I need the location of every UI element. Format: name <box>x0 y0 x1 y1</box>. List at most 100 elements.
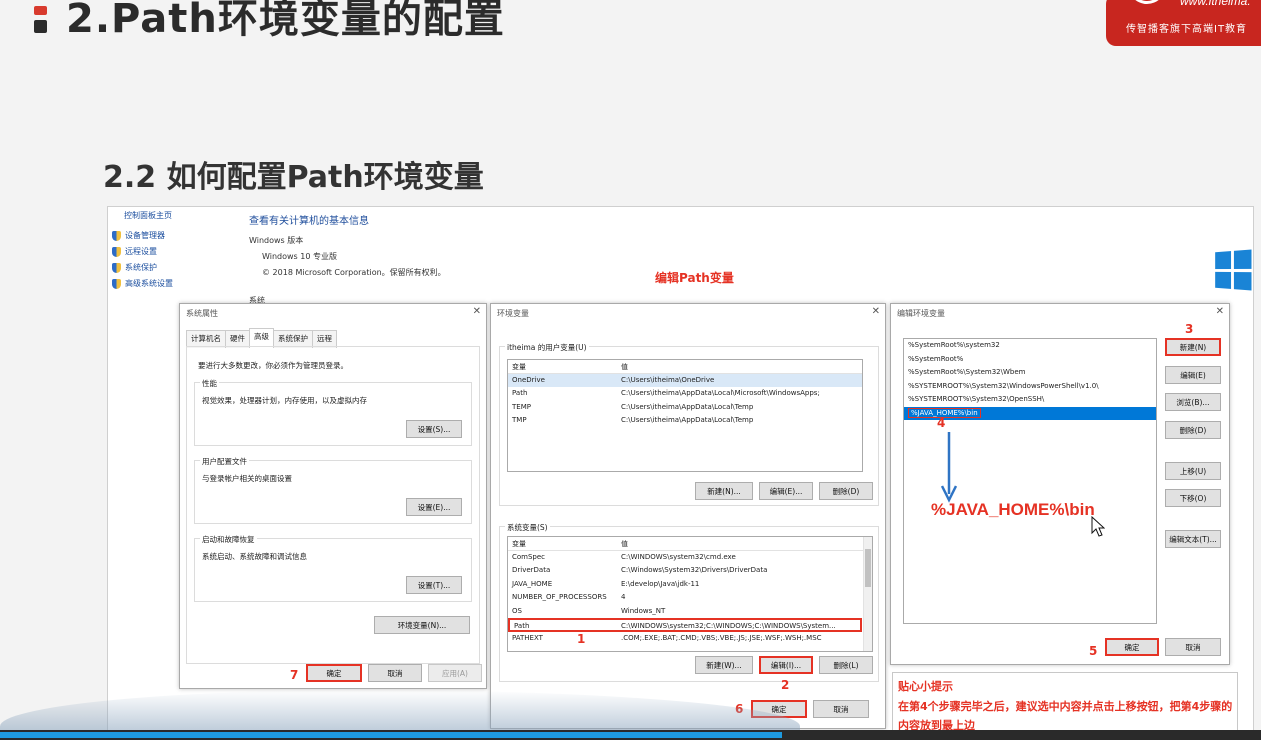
system-variables-label: 系统变量(S) <box>505 522 550 533</box>
windows-logo-icon <box>1215 249 1252 291</box>
close-icon[interactable]: ✕ <box>872 306 880 317</box>
table-row[interactable]: DriverData C:\Windows\System32\Drivers\Dr… <box>508 564 872 578</box>
table-row[interactable]: PATHEXT .COM;.EXE;.BAT;.CMD;.VBS;.VBE;.JS… <box>508 632 872 646</box>
list-item[interactable]: %SystemRoot%\system32 <box>904 339 1156 353</box>
slide-subtitle: 2.2 如何配置Path环境变量 <box>103 160 484 195</box>
apply-button[interactable]: 应用(A) <box>428 664 482 682</box>
system-new-button[interactable]: 新建(W)... <box>695 656 753 674</box>
edit-environment-variable-dialog: 编辑环境变量 ✕ %SystemRoot%\system32 %SystemRo… <box>890 303 1230 665</box>
ok-button[interactable]: 确定 <box>306 664 362 682</box>
system-info-heading: 查看有关计算机的基本信息 <box>249 216 369 227</box>
step-3-marker: 3 <box>1185 322 1194 336</box>
brand-logo: www.itheima. 传智播客旗下高端IT教育 <box>1106 0 1261 46</box>
path-variable-row[interactable]: Path C:\WINDOWS\system32;C:\WINDOWS;C:\WI… <box>508 618 862 632</box>
slide-title: 2.Path环境变量的配置 <box>66 0 505 42</box>
user-profile-settings-button[interactable]: 设置(E)... <box>406 498 462 516</box>
column-header-value: 值 <box>621 540 628 548</box>
edit-entry-button[interactable]: 编辑(E) <box>1165 366 1221 384</box>
table-row[interactable]: OneDrive C:\Users\itheima\OneDrive <box>508 373 862 387</box>
system-delete-button[interactable]: 删除(L) <box>819 656 873 674</box>
table-row[interactable]: JAVA_HOME E:\develop\Java\jdk-11 <box>508 578 872 592</box>
startup-recovery-label: 启动和故障恢复 <box>200 534 257 545</box>
mouse-cursor-icon <box>1091 516 1105 537</box>
edit-text-button[interactable]: 编辑文本(T)... <box>1165 530 1221 548</box>
system-protection-link[interactable]: 系统保护 <box>112 262 157 273</box>
user-edit-button[interactable]: 编辑(E)... <box>759 482 813 500</box>
vertical-scrollbar[interactable] <box>863 537 872 651</box>
table-header: 变量 值 <box>508 360 862 374</box>
shield-icon <box>112 230 121 241</box>
list-item[interactable]: %SystemRoot% <box>904 353 1156 367</box>
user-new-button[interactable]: 新建(N)... <box>695 482 753 500</box>
video-progress-bar[interactable] <box>0 730 1261 740</box>
table-row[interactable]: Path C:\Users\itheima\AppData\Local\Micr… <box>508 387 862 401</box>
windows-screenshot: 控制面板主页 设备管理器 远程设置 系统保护 高级系统设置 查看有关计算机的基本… <box>107 206 1254 736</box>
edit-path-annotation: 编辑Path变量 <box>655 271 734 285</box>
table-row[interactable]: TEMP C:\Users\itheima\AppData\Local\Temp <box>508 401 862 415</box>
table-row[interactable]: NUMBER_OF_PROCESSORS 4 <box>508 591 872 605</box>
shield-icon <box>112 278 121 289</box>
user-delete-button[interactable]: 删除(D) <box>819 482 873 500</box>
step-5-marker: 5 <box>1089 644 1098 658</box>
startup-recovery-desc: 系统启动、系统故障和调试信息 <box>202 552 307 561</box>
table-header: 变量 值 <box>508 537 872 551</box>
ok-button[interactable]: 确定 <box>1105 638 1159 656</box>
title-bullet-bottom <box>34 20 47 33</box>
system-properties-dialog: 系统属性 ✕ 计算机名 硬件 高级 系统保护 远程 要进行大多数更改，你必须作为… <box>179 303 487 689</box>
table-row[interactable]: ComSpec C:\WINDOWS\system32\cmd.exe <box>508 551 872 565</box>
new-entry-button[interactable]: 新建(N) <box>1165 338 1221 356</box>
shield-icon <box>112 246 121 257</box>
device-manager-link[interactable]: 设备管理器 <box>112 230 165 241</box>
step-2-marker: 2 <box>781 678 790 692</box>
windows-edition: Windows 10 专业版 <box>262 252 337 261</box>
step-1-marker: 1 <box>577 632 586 646</box>
step-7-marker: 7 <box>290 668 299 682</box>
shield-icon <box>112 262 121 273</box>
column-header-variable: 变量 <box>512 540 526 548</box>
delete-entry-button[interactable]: 删除(D) <box>1165 421 1221 439</box>
remote-settings-link[interactable]: 远程设置 <box>112 246 157 257</box>
tip-box: 贴心小提示 在第4个步骤完毕之后，建议选中内容并点击上移按钮，把第4步骤的内容放… <box>892 672 1238 735</box>
column-header-variable: 变量 <box>512 363 526 371</box>
scrollbar-thumb[interactable] <box>865 549 871 587</box>
brand-url: www.itheima. <box>1180 0 1251 8</box>
brand-slogan: 传智播客旗下高端IT教育 <box>1126 24 1248 35</box>
performance-label: 性能 <box>200 378 219 389</box>
brand-logo-icon <box>1128 0 1166 4</box>
dialog-title: 系统属性 <box>186 309 218 318</box>
environment-variables-dialog: 环境变量 ✕ itheima 的用户变量(U) 变量 值 OneDrive C:… <box>490 303 886 729</box>
move-down-button[interactable]: 下移(O) <box>1165 489 1221 507</box>
progress-fill <box>0 732 782 738</box>
step-4-marker: 4 <box>937 416 946 430</box>
tab-advanced[interactable]: 高级 <box>249 328 274 346</box>
system-edit-button[interactable]: 编辑(I)... <box>759 656 813 674</box>
dialog-title: 编辑环境变量 <box>897 309 945 318</box>
user-variables-label: itheima 的用户变量(U) <box>505 342 589 353</box>
list-item[interactable]: %SYSTEMROOT%\System32\OpenSSH\ <box>904 393 1156 407</box>
close-icon[interactable]: ✕ <box>473 306 481 317</box>
move-up-button[interactable]: 上移(U) <box>1165 462 1221 480</box>
performance-settings-button[interactable]: 设置(S)... <box>406 420 462 438</box>
dialog-title: 环境变量 <box>497 309 529 318</box>
copyright-text: © 2018 Microsoft Corporation。保留所有权利。 <box>262 268 446 277</box>
system-variables-table: 变量 值 ComSpec C:\WINDOWS\system32\cmd.exe … <box>507 536 873 652</box>
cancel-button[interactable]: 取消 <box>813 700 869 718</box>
control-panel-home-link[interactable]: 控制面板主页 <box>124 210 172 221</box>
down-arrow-icon <box>941 432 957 503</box>
table-row[interactable]: OS Windows_NT <box>508 605 872 619</box>
list-item[interactable]: %SYSTEMROOT%\System32\WindowsPowerShell\… <box>904 380 1156 394</box>
java-home-annotation: %JAVA_HOME%\bin <box>931 500 1095 519</box>
list-item[interactable]: %SystemRoot%\System32\Wbem <box>904 366 1156 380</box>
cancel-button[interactable]: 取消 <box>1165 638 1221 656</box>
user-profile-desc: 与登录帐户相关的桌面设置 <box>202 474 292 483</box>
title-bullet-top <box>34 6 47 15</box>
browse-button[interactable]: 浏览(B)... <box>1165 393 1221 411</box>
cancel-button[interactable]: 取消 <box>368 664 422 682</box>
user-variables-table: 变量 值 OneDrive C:\Users\itheima\OneDrive … <box>507 359 863 472</box>
table-row[interactable]: TMP C:\Users\itheima\AppData\Local\Temp <box>508 414 862 428</box>
startup-settings-button[interactable]: 设置(T)... <box>406 576 462 594</box>
advanced-system-settings-link[interactable]: 高级系统设置 <box>112 278 173 289</box>
column-header-value: 值 <box>621 363 628 371</box>
close-icon[interactable]: ✕ <box>1216 306 1224 317</box>
environment-variables-button[interactable]: 环境变量(N)... <box>374 616 470 634</box>
